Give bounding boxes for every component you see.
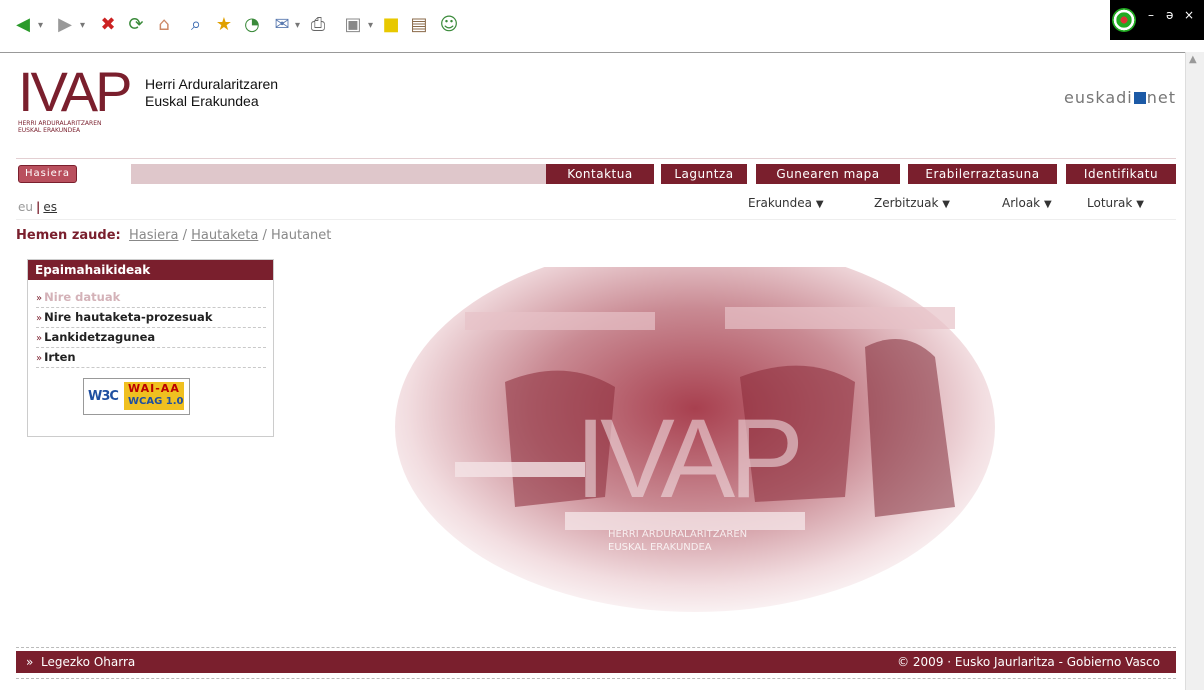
euskadi-net-logo[interactable]: euskadi net: [1064, 88, 1176, 107]
sidebar-item-lankidetzagunea[interactable]: » Lankidetzagunea: [36, 328, 266, 348]
footer-divider-top: [16, 647, 1176, 648]
sidebar-item-label: Lankidetzagunea: [44, 330, 156, 344]
tab-laguntza[interactable]: Laguntza: [661, 164, 747, 184]
mail-icon[interactable]: ✉: [269, 12, 295, 38]
tab-gunearen-mapa[interactable]: Gunearen mapa: [756, 164, 900, 184]
sidebar-title: Epaimahaikideak: [28, 260, 273, 280]
sidebar-item-nire-datuak: » Nire datuak: [36, 288, 266, 308]
edit-icon[interactable]: ▣: [340, 12, 366, 38]
search-icon[interactable]: ⌕: [183, 12, 209, 38]
chevron-right-icon: »: [36, 333, 43, 344]
menu-label: Arloak: [1002, 196, 1041, 210]
org-name-line-2: Euskal Erakundea: [145, 93, 259, 109]
hero-subtitle-2: EUSKAL ERAKUNDEA: [608, 542, 712, 553]
home-button[interactable]: Hasiera: [18, 165, 78, 183]
sidebar-item-label: Irten: [44, 350, 76, 364]
breadcrumb: Hemen zaude: Hasiera / Hautaketa / Hauta…: [16, 228, 331, 243]
wai-level-badge: WAI-AA WCAG 1.0: [124, 382, 184, 410]
back-dropdown-icon[interactable]: ▾: [38, 20, 43, 31]
menu-loturak[interactable]: Loturak ▼: [1087, 196, 1144, 210]
breadcrumb-label: Hemen zaude:: [16, 228, 121, 243]
legal-notice-label: Legezko Oharra: [40, 655, 136, 669]
menu-label: Zerbitzuak: [874, 196, 939, 210]
windows-logo-icon: [1112, 8, 1136, 32]
wai-aa-badge[interactable]: W3C WAI-AA WCAG 1.0: [83, 378, 190, 415]
close-icon[interactable]: ×: [1184, 8, 1194, 22]
footer-bar: » Legezko Oharra © 2009 · Eusko Jaurlari…: [16, 651, 1176, 673]
euskadi-square-icon: [1133, 92, 1146, 104]
browser-toolbar: ◀ ▾ ▶ ▾ ✖ ⟳ ⌂ ⌕ ★ ◔ ✉ ▾ ⎙ ▣ ▾ ■ ▤ ☺ – ǝ …: [0, 0, 1204, 53]
breadcrumb-link-hautaketa[interactable]: Hautaketa: [191, 228, 258, 243]
sidebar-item-label: Nire datuak: [44, 290, 121, 304]
chevron-right-icon: »: [36, 293, 43, 304]
hero-subtitle-1: HERRI ARDURALARITZAREN: [608, 529, 747, 540]
research-icon[interactable]: ▤: [406, 12, 432, 38]
breadcrumb-current: Hautanet: [270, 228, 332, 243]
hero-image: IVAP HERRI ARDURALARITZAREN EUSKAL ERAKU…: [395, 267, 1005, 612]
legal-notice-link[interactable]: » Legezko Oharra: [26, 651, 135, 673]
org-name: Herri Arduralaritzaren Euskal Erakundea: [145, 76, 278, 110]
breadcrumb-separator: /: [182, 228, 187, 243]
euskadi-logo-right: net: [1146, 88, 1176, 107]
mail-dropdown-icon[interactable]: ▾: [295, 20, 300, 31]
tab-erabilerraztasuna[interactable]: Erabilerraztasuna: [908, 164, 1057, 184]
forward-icon[interactable]: ▶: [52, 12, 78, 38]
breadcrumb-separator: /: [262, 228, 267, 243]
history-icon[interactable]: ◔: [239, 12, 265, 38]
chevron-right-icon: »: [26, 655, 38, 669]
menu-erakundea[interactable]: Erakundea ▼: [748, 196, 824, 210]
lang-eu: eu: [18, 200, 33, 214]
euskadi-logo-left: euskadi: [1064, 88, 1133, 107]
home-icon[interactable]: ⌂: [151, 12, 177, 38]
sidebar-item-label: Nire hautaketa-prozesuak: [44, 310, 213, 324]
restore-icon[interactable]: ǝ: [1166, 8, 1173, 22]
refresh-icon[interactable]: ⟳: [123, 12, 149, 38]
lang-es-link[interactable]: es: [43, 200, 57, 214]
sidebar-item-irten[interactable]: » Irten: [36, 348, 266, 368]
print-icon[interactable]: ⎙: [305, 12, 331, 38]
dropdown-icon: ▼: [942, 199, 950, 210]
sidebar-item-nire-hautaketa-prozesuak[interactable]: » Nire hautaketa-prozesuak: [36, 308, 266, 328]
menu-zerbitzuak[interactable]: Zerbitzuak ▼: [874, 196, 950, 210]
menu-label: Erakundea: [748, 196, 813, 210]
chevron-right-icon: »: [36, 353, 43, 364]
messenger-icon[interactable]: ☺: [436, 12, 462, 38]
logo-subtitle-2: EUSKAL ERAKUNDEA: [18, 127, 81, 134]
wai-standard: WCAG 1.0: [128, 396, 184, 407]
copyright: © 2009 · Eusko Jaurlaritza - Gobierno Va…: [897, 655, 1160, 669]
menu-label: Loturak: [1087, 196, 1133, 210]
stop-icon[interactable]: ✖: [95, 12, 121, 38]
chevron-right-icon: »: [36, 313, 43, 324]
notes-icon[interactable]: ■: [378, 12, 404, 38]
window-controls: – ǝ ×: [1110, 0, 1204, 40]
ivap-logo[interactable]: IVAP HERRI ARDURALARITZAREN EUSKAL ERAKU…: [18, 60, 132, 135]
top-bar-spacer: [131, 164, 546, 184]
logo-mark: IVAP: [18, 60, 132, 123]
minimize-icon[interactable]: –: [1148, 8, 1154, 22]
vertical-scrollbar[interactable]: ▲: [1185, 52, 1204, 690]
menu-arloak[interactable]: Arloak ▼: [1002, 196, 1052, 210]
tab-kontaktua[interactable]: Kontaktua: [546, 164, 654, 184]
hero-logo-text: IVAP: [575, 396, 798, 521]
dropdown-icon: ▼: [815, 199, 824, 210]
back-icon[interactable]: ◀: [10, 12, 36, 38]
footer-divider-bottom: [16, 678, 1176, 679]
edit-dropdown-icon[interactable]: ▾: [368, 20, 373, 31]
dropdown-icon: ▼: [1043, 199, 1052, 210]
w3c-logo: W3C: [88, 389, 119, 404]
nav-divider: [16, 219, 1176, 220]
tab-identifikatu[interactable]: Identifikatu: [1066, 164, 1176, 184]
org-name-line-1: Herri Arduralaritzaren: [145, 76, 279, 92]
language-switcher: eu | es: [18, 200, 57, 214]
favorites-icon[interactable]: ★: [211, 12, 237, 38]
lang-separator: |: [36, 200, 41, 214]
scroll-up-icon[interactable]: ▲: [1189, 54, 1197, 65]
header-divider: [16, 158, 1176, 159]
dropdown-icon: ▼: [1136, 199, 1144, 210]
breadcrumb-link-hasiera[interactable]: Hasiera: [129, 228, 178, 243]
forward-dropdown-icon[interactable]: ▾: [80, 20, 85, 31]
sidebar-panel: Epaimahaikideak » Nire datuak » Nire hauta…: [27, 259, 274, 437]
page-content: IVAP HERRI ARDURALARITZAREN EUSKAL ERAKU…: [0, 52, 1186, 690]
wai-level: WAI-AA: [128, 382, 180, 395]
